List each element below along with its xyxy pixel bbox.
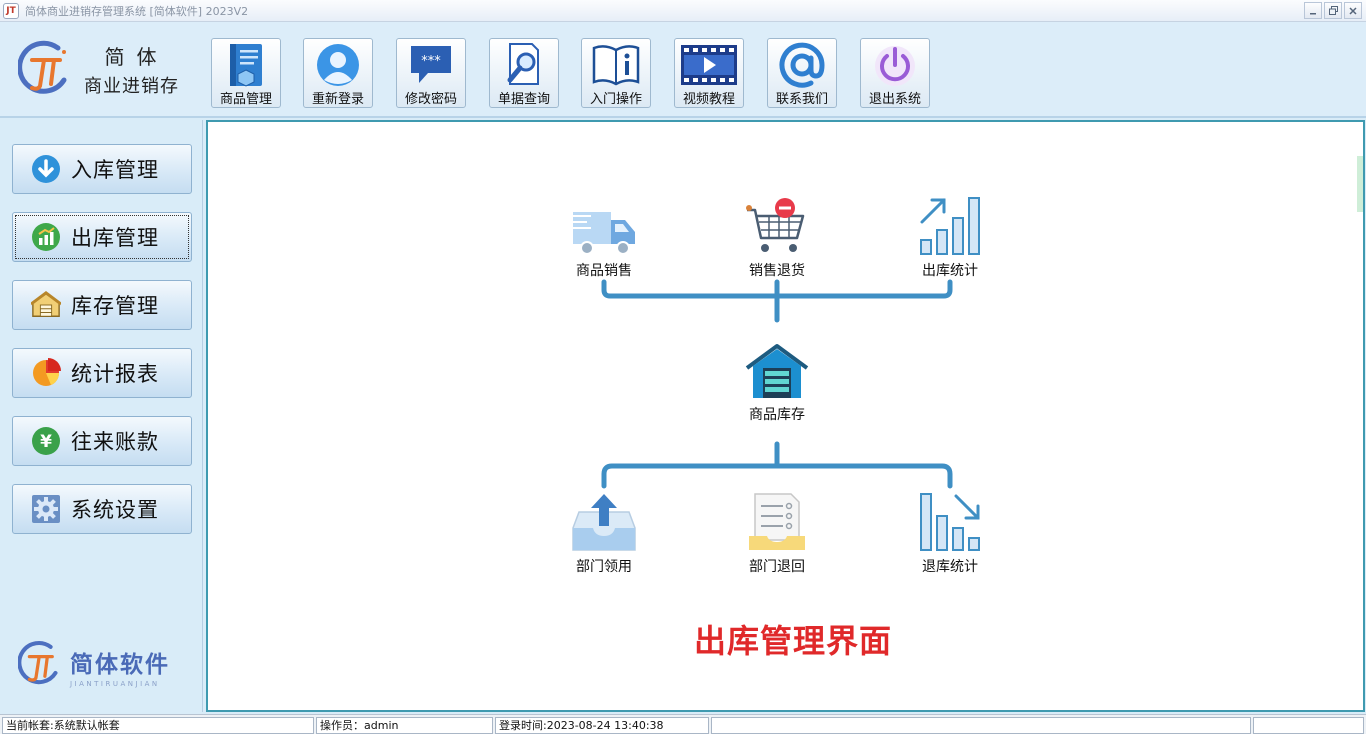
- sidebar-item-label: 统计报表: [71, 362, 159, 386]
- brand-pinyin: JIANTIRUANJIAN: [70, 679, 160, 688]
- toolbar-label: 单据查询: [497, 92, 550, 107]
- toolbar-label: 重新登录: [311, 92, 364, 107]
- sidebar: 入库管理 出库管理 库存管理 统计报表 ¥ 往来账款 系统设置 简体软件 JIA…: [0, 120, 203, 712]
- bar-chart-up-icon: [910, 194, 990, 256]
- sidebar-item-accounts[interactable]: ¥ 往来账款: [12, 416, 192, 466]
- toolbar-label: 修改密码: [404, 92, 457, 107]
- relogin-button[interactable]: 重新登录: [303, 38, 373, 108]
- status-operator: 操作员：admin: [316, 717, 493, 734]
- stock-out-panel: 商品销售 销售退货 出库统计 商品库存 部门领用 部门退回 退库统计 出库管理界…: [206, 120, 1365, 712]
- sidebar-item-reports[interactable]: 统计报表: [12, 348, 192, 398]
- sidebar-item-label: 系统设置: [71, 498, 159, 522]
- brand-logo: 简体软件 JIANTIRUANJIAN: [17, 640, 170, 692]
- logo-title: 简体: [104, 44, 169, 69]
- checklist-icon: [737, 490, 817, 552]
- inventory-node[interactable]: 商品库存: [727, 338, 827, 424]
- node-label: 部门退回: [749, 559, 805, 575]
- at-sign-icon: [771, 41, 833, 88]
- gear-icon: [31, 494, 61, 524]
- title-bar: JT 简体商业进销存管理系统 [简体软件] 2023V2: [0, 0, 1366, 22]
- stock-out-stats-node[interactable]: 出库统计: [900, 194, 1000, 280]
- sidebar-item-label: 往来账款: [71, 430, 159, 454]
- toolbar-label: 退出系统: [868, 92, 921, 107]
- toolbar-label: 联系我们: [775, 92, 828, 107]
- goods-management-icon: [215, 41, 277, 88]
- arrow-down-icon: [31, 154, 61, 184]
- document-query-button[interactable]: 单据查询: [489, 38, 559, 108]
- sidebar-item-stock-in[interactable]: 入库管理: [12, 144, 192, 194]
- logo-subtitle: 商业进销存: [84, 75, 179, 97]
- password-chat-icon: ***: [400, 41, 462, 88]
- svg-text:¥: ¥: [40, 432, 52, 452]
- cart-return-icon: [737, 194, 817, 256]
- user-relogin-icon: [307, 41, 369, 88]
- brand-name: 简体软件: [70, 651, 170, 678]
- bar-chart-down-icon: [910, 490, 990, 552]
- panel-title: 出库管理界面: [693, 622, 892, 660]
- toolbar-label: 商品管理: [219, 92, 272, 107]
- delivery-truck-icon: [564, 194, 644, 256]
- book-info-icon: [585, 41, 647, 88]
- node-label: 商品销售: [576, 263, 632, 279]
- node-label: 部门领用: [576, 559, 632, 575]
- sidebar-item-label: 出库管理: [71, 226, 159, 250]
- app-icon: JT: [3, 2, 19, 19]
- return-stock-stats-node[interactable]: 退库统计: [900, 490, 1000, 576]
- sidebar-item-label: 库存管理: [71, 294, 159, 318]
- video-tutorial-button[interactable]: 视频教程: [674, 38, 744, 108]
- window-title: 简体商业进销存管理系统 [简体软件] 2023V2: [25, 4, 249, 18]
- window-controls: [1304, 2, 1362, 19]
- sidebar-item-settings[interactable]: 系统设置: [12, 484, 192, 534]
- restore-icon: [1328, 6, 1338, 15]
- warehouse-house-icon: [737, 338, 817, 400]
- status-login-time: 登录时间:2023-08-24 13:40:38: [495, 717, 709, 734]
- change-password-button[interactable]: *** 修改密码: [396, 38, 466, 108]
- power-icon: [864, 41, 926, 88]
- status-account: 当前帐套:系统默认帐套: [2, 717, 314, 734]
- warehouse-icon: [31, 290, 61, 320]
- jt-logo-icon: [17, 40, 72, 98]
- exit-system-button[interactable]: 退出系统: [860, 38, 930, 108]
- minimize-button[interactable]: [1304, 2, 1322, 19]
- sidebar-item-label: 入库管理: [71, 158, 159, 182]
- document-search-icon: [493, 41, 555, 88]
- status-empty-cell: [711, 717, 1251, 734]
- app-logo: 简体 商业进销存: [17, 40, 179, 98]
- jt-brand-icon: [17, 640, 62, 692]
- status-empty-cell: [1253, 717, 1364, 734]
- toolbar-label: 视频教程: [682, 92, 735, 107]
- department-return-node[interactable]: 部门退回: [727, 490, 827, 576]
- pie-chart-icon: [31, 358, 61, 388]
- restore-button[interactable]: [1324, 2, 1342, 19]
- contact-us-button[interactable]: 联系我们: [767, 38, 837, 108]
- goods-management-button[interactable]: 商品管理: [211, 38, 281, 108]
- chart-up-icon: [31, 222, 61, 252]
- minimize-icon: [1310, 12, 1316, 14]
- department-requisition-node[interactable]: 部门领用: [554, 490, 654, 576]
- node-label: 退库统计: [922, 559, 978, 575]
- sales-return-node[interactable]: 销售退货: [727, 194, 827, 280]
- svg-text:***: ***: [421, 54, 441, 69]
- node-label: 商品库存: [749, 407, 805, 423]
- header-toolbar: 简体 商业进销存 商品管理 重新登录 *** 修改密码 单据查询 入门操作 视频…: [0, 22, 1366, 118]
- toolbar-label: 入门操作: [589, 92, 642, 107]
- getting-started-button[interactable]: 入门操作: [581, 38, 651, 108]
- close-button[interactable]: [1344, 2, 1362, 19]
- close-icon: [1349, 6, 1357, 15]
- node-label: 销售退货: [749, 263, 805, 279]
- video-play-icon: [678, 41, 740, 88]
- node-label: 出库统计: [922, 263, 978, 279]
- yuan-icon: ¥: [31, 426, 61, 456]
- tray-upload-icon: [564, 490, 644, 552]
- status-bar: 当前帐套:系统默认帐套 操作员：admin 登录时间:2023-08-24 13…: [0, 714, 1366, 734]
- sidebar-item-inventory[interactable]: 库存管理: [12, 280, 192, 330]
- sales-node[interactable]: 商品销售: [554, 194, 654, 280]
- sidebar-item-stock-out[interactable]: 出库管理: [12, 212, 192, 262]
